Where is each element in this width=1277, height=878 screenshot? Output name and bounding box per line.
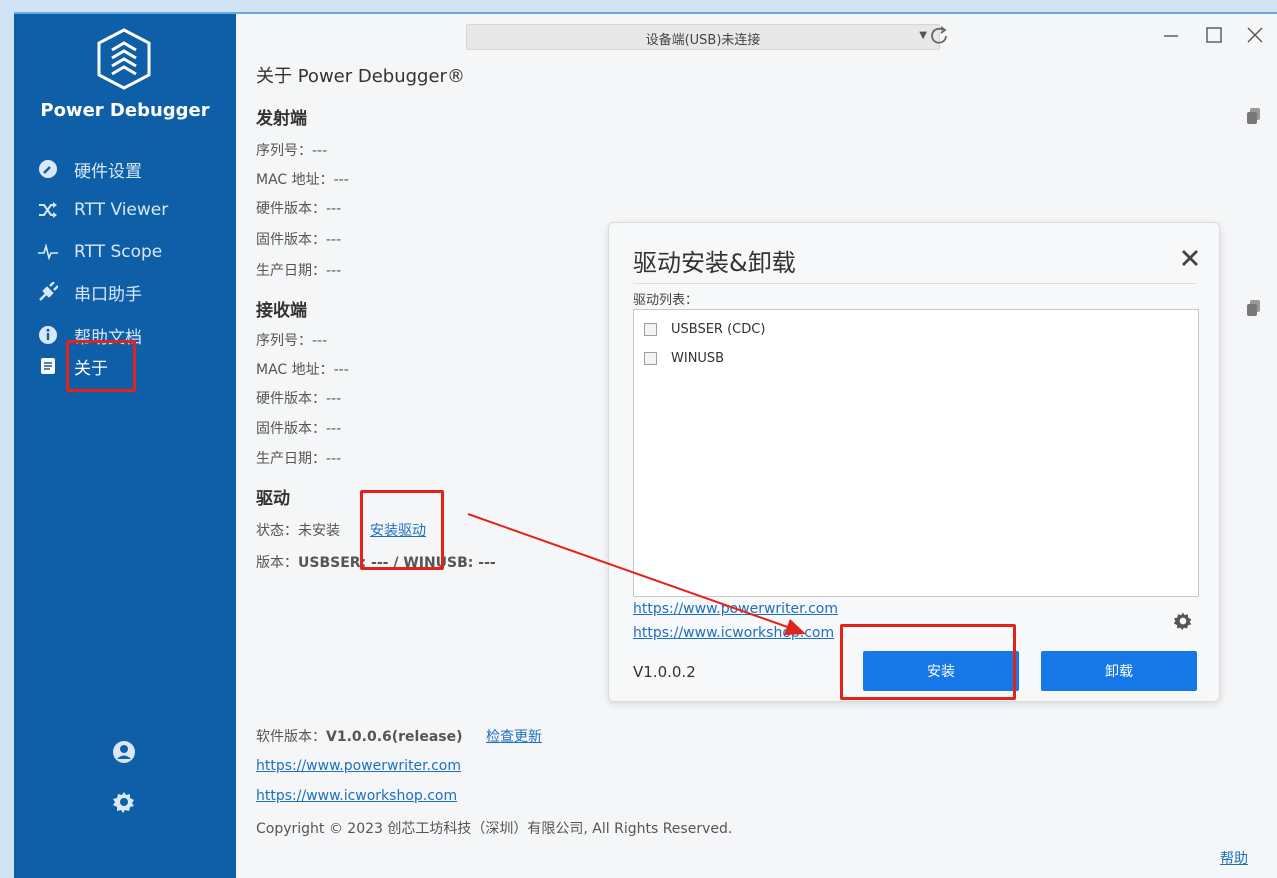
help-link[interactable]: 帮助 — [1220, 848, 1248, 868]
transmitter-mac: MAC 地址：--- — [256, 172, 349, 188]
transmitter-production-date: 生产日期：--- — [256, 263, 342, 279]
dialog-version: V1.0.0.2 — [633, 663, 696, 681]
pulse-icon — [38, 242, 58, 262]
dialog-icworkshop-link[interactable]: https://www.icworkshop.com — [633, 625, 834, 641]
receiver-fw-version: 固件版本：--- — [256, 421, 342, 437]
app-name: Power Debugger — [40, 100, 210, 121]
software-version-label: 软件版本： — [256, 729, 326, 745]
sidebar: Power Debugger 硬件设置 RTT Viewer RTT Scope… — [14, 14, 236, 878]
nav-item-label: RTT Scope — [74, 242, 163, 262]
dialog-divider — [633, 283, 1195, 284]
copy-icon[interactable] — [1247, 300, 1261, 316]
user-icon[interactable] — [112, 740, 136, 764]
driver-item-label: WINUSB — [671, 350, 725, 366]
icworkshop-link[interactable]: https://www.icworkshop.com — [256, 788, 457, 804]
shuffle-icon — [38, 200, 58, 220]
transmitter-fw-version: 固件版本：--- — [256, 232, 342, 248]
checkbox[interactable] — [644, 322, 657, 336]
wrench-icon — [38, 159, 58, 179]
receiver-serial: 序列号：--- — [256, 333, 328, 349]
checkbox[interactable] — [644, 351, 657, 365]
software-version-value: V1.0.0.6(release) — [326, 729, 463, 745]
gear-icon[interactable] — [112, 790, 136, 814]
receiver-production-date: 生产日期：--- — [256, 451, 342, 467]
driver-list: USBSER (CDC) WINUSB — [633, 309, 1199, 597]
software-version-row: 软件版本：V1.0.0.6(release) — [256, 726, 463, 746]
driver-list-label: 驱动列表： — [633, 293, 699, 308]
dialog-title: 驱动安装&卸载 — [633, 249, 796, 277]
nav-item-hardware-settings[interactable]: 硬件设置 — [38, 155, 142, 183]
page-title: 关于 Power Debugger® — [256, 66, 465, 87]
receiver-heading: 接收端 — [256, 301, 307, 321]
highlight-box-about — [66, 340, 136, 392]
driver-version-label: 版本： — [256, 555, 298, 571]
transmitter-hw-version: 硬件版本：--- — [256, 201, 342, 217]
plug-icon — [38, 282, 58, 302]
driver-heading: 驱动 — [256, 489, 290, 509]
driver-item-winusb[interactable]: WINUSB — [644, 348, 724, 368]
nav-item-rtt-viewer[interactable]: RTT Viewer — [38, 196, 168, 224]
document-icon — [38, 356, 58, 376]
gear-icon[interactable] — [1173, 611, 1193, 631]
highlight-box-install-button — [840, 624, 1016, 700]
nav-item-rtt-scope[interactable]: RTT Scope — [38, 238, 162, 266]
uninstall-button[interactable]: 卸载 — [1041, 651, 1197, 691]
close-icon[interactable] — [1181, 249, 1199, 267]
check-update-link[interactable]: 检查更新 — [486, 726, 542, 746]
transmitter-serial: 序列号：--- — [256, 143, 328, 159]
driver-status: 状态：未安装 — [256, 523, 340, 539]
driver-item-usbser[interactable]: USBSER (CDC) — [644, 319, 765, 339]
highlight-box-install-link — [360, 490, 444, 570]
receiver-hw-version: 硬件版本：--- — [256, 391, 342, 407]
receiver-mac: MAC 地址：--- — [256, 362, 349, 378]
app-logo-icon — [97, 28, 151, 90]
nav-item-serial-assistant[interactable]: 串口助手 — [38, 278, 142, 306]
nav-item-label: 硬件设置 — [74, 161, 142, 182]
driver-item-label: USBSER (CDC) — [671, 321, 766, 337]
nav-item-label: 串口助手 — [74, 284, 142, 305]
copy-icon[interactable] — [1247, 108, 1261, 124]
powerwriter-link[interactable]: https://www.powerwriter.com — [256, 758, 461, 774]
copyright-text: Copyright © 2023 创芯工坊科技（深圳）有限公司, All Rig… — [256, 821, 733, 837]
dialog-powerwriter-link[interactable]: https://www.powerwriter.com — [633, 601, 838, 617]
info-icon — [38, 325, 58, 345]
app-window: Power Debugger 硬件设置 RTT Viewer RTT Scope… — [14, 12, 1277, 878]
nav-item-label: RTT Viewer — [74, 200, 169, 220]
transmitter-heading: 发射端 — [256, 109, 307, 129]
